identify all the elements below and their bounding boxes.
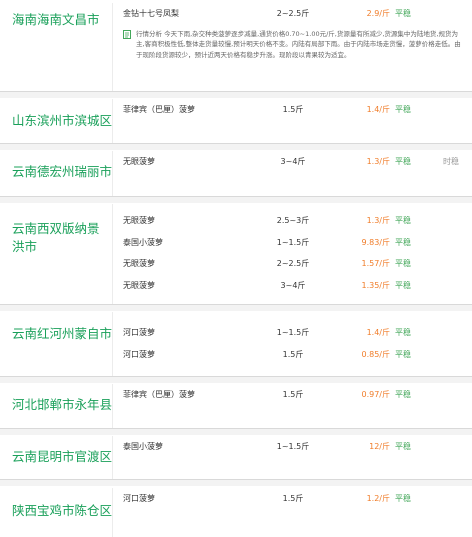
variety-name: 无眼菠萝 — [123, 157, 155, 166]
price-row: 河口菠萝 1~1.5斤 1.4/斤 平稳 — [113, 322, 472, 344]
price-value: 1.2/斤 — [366, 494, 390, 503]
price-value: 1.4/斤 — [366, 105, 390, 114]
trend-value: 平稳 — [395, 157, 411, 166]
variety-name: 河口菠萝 — [123, 349, 155, 359]
price-list: 海南海南文昌市 金钻十七号凤梨 2~2.5斤 2.9/斤 平稳 行情分析 今天下… — [0, 3, 472, 537]
spec-value: 3~4斤 — [280, 280, 306, 290]
region-block: 海南海南文昌市 金钻十七号凤梨 2~2.5斤 2.9/斤 平稳 行情分析 今天下… — [0, 3, 472, 98]
spec-value: 2~2.5斤 — [276, 9, 310, 18]
trend-value: 平稳 — [395, 328, 411, 337]
spec-value: 1.5斤 — [282, 390, 304, 399]
price-value: 1.3/斤 — [366, 216, 390, 225]
region-block: 河北邯郸市永年县 菲律宾（巴厘）菠萝 1.5斤 0.97/斤 平稳 — [0, 384, 472, 435]
variety-name: 无眼菠萝 — [123, 216, 155, 225]
spec-value: 1~1.5斤 — [276, 442, 310, 451]
variety-name: 菲律宾（巴厘）菠萝 — [123, 105, 195, 114]
trend-value: 平稳 — [395, 216, 411, 225]
price-value: 2.9/斤 — [366, 9, 390, 18]
price-row: 无眼菠萝 3~4斤 1.3/斤 平稳 时稳 — [113, 151, 472, 173]
variety-name: 河口菠萝 — [123, 328, 155, 337]
spec-value: 2.5~3斤 — [276, 216, 310, 225]
region-name[interactable]: 云南昆明市官渡区 — [0, 436, 112, 466]
trend-value: 平稳 — [395, 442, 411, 451]
variety-name: 泰国小菠萝 — [123, 442, 163, 451]
price-value: 0.97/斤 — [361, 390, 390, 399]
trend-value: 平稳 — [395, 349, 411, 359]
price-value: 0.85/斤 — [361, 349, 390, 359]
price-row: 河口菠萝 1.5斤 1.2/斤 平稳 — [113, 488, 472, 510]
extra-note: 时稳 — [443, 157, 459, 166]
region-name[interactable]: 云南红河州蒙自市 — [0, 312, 112, 343]
variety-name: 泰国小菠萝 — [123, 237, 163, 247]
region-name[interactable]: 山东滨州市滨城区 — [0, 99, 112, 130]
region-name[interactable]: 河北邯郸市永年县 — [0, 384, 112, 414]
price-row: 金钻十七号凤梨 2~2.5斤 2.9/斤 平稳 — [113, 3, 472, 25]
variety-name: 无眼菠萝 — [123, 259, 155, 268]
price-row: 无眼菠萝 3~4斤 1.35/斤 平稳 — [113, 275, 472, 297]
price-value: 1.35/斤 — [361, 280, 390, 290]
trend-value: 平稳 — [395, 9, 411, 18]
trend-value: 平稳 — [395, 494, 411, 503]
price-row: 菲律宾（巴厘）菠萝 1.5斤 0.97/斤 平稳 — [113, 384, 472, 406]
region-block: 山东滨州市滨城区 菲律宾（巴厘）菠萝 1.5斤 1.4/斤 平稳 — [0, 99, 472, 150]
trend-value: 平稳 — [395, 105, 411, 114]
region-block: 云南红河州蒙自市 河口菠萝 1~1.5斤 1.4/斤 平稳 河口菠萝 1.5斤 … — [0, 312, 472, 383]
trend-value: 平稳 — [395, 259, 411, 268]
spec-value: 3~4斤 — [280, 157, 306, 166]
price-row: 无眼菠萝 2~2.5斤 1.57/斤 平稳 — [113, 253, 472, 275]
spec-value: 2~2.5斤 — [276, 259, 310, 268]
price-value: 1.3/斤 — [366, 157, 390, 166]
trend-value: 平稳 — [395, 390, 411, 399]
document-icon — [123, 29, 131, 39]
price-row: 无眼菠萝 2.5~3斤 1.3/斤 平稳 — [113, 210, 472, 232]
price-value: 1.4/斤 — [366, 328, 390, 337]
trend-value: 平稳 — [395, 280, 411, 290]
variety-name: 金钻十七号凤梨 — [123, 9, 179, 18]
variety-name: 无眼菠萝 — [123, 280, 155, 290]
region-name[interactable]: 陕西宝鸡市陈仓区 — [0, 488, 112, 520]
variety-name: 河口菠萝 — [123, 494, 155, 503]
region-name[interactable]: 云南西双版纳景洪市 — [0, 204, 108, 256]
market-analysis: 行情分析 今天下雨,杂交种类菠萝逐步减量,通货价格0.70~1.00元/斤,货源… — [123, 29, 464, 61]
trend-value: 平稳 — [395, 237, 411, 247]
spec-value: 1.5斤 — [282, 349, 304, 359]
variety-name: 菲律宾（巴厘）菠萝 — [123, 390, 195, 399]
price-value: 9.83/斤 — [361, 237, 390, 247]
price-row: 河口菠萝 1.5斤 0.85/斤 平稳 — [113, 344, 472, 366]
region-block: 云南德宏州瑞丽市 无眼菠萝 3~4斤 1.3/斤 平稳 时稳 — [0, 151, 472, 203]
price-row: 泰国小菠萝 1~1.5斤 12/斤 平稳 — [113, 436, 472, 458]
region-block: 云南昆明市官渡区 泰国小菠萝 1~1.5斤 12/斤 平稳 — [0, 436, 472, 486]
price-row: 泰国小菠萝 1~1.5斤 9.83/斤 平稳 — [113, 232, 472, 254]
spec-value: 1.5斤 — [282, 494, 304, 503]
spec-value: 1~1.5斤 — [276, 237, 310, 247]
region-name[interactable]: 海南海南文昌市 — [0, 3, 112, 29]
price-value: 12/斤 — [369, 442, 390, 451]
region-name[interactable]: 云南德宏州瑞丽市 — [0, 151, 112, 181]
spec-value: 1.5斤 — [282, 105, 304, 114]
spec-value: 1~1.5斤 — [276, 328, 310, 337]
price-value: 1.57/斤 — [361, 259, 390, 268]
analysis-text: 行情分析 今天下雨,杂交种类菠萝逐步减量,通货价格0.70~1.00元/斤,货源… — [136, 29, 461, 59]
region-block: 云南西双版纳景洪市 无眼菠萝 2.5~3斤 1.3/斤 平稳 泰国小菠萝 1~1… — [0, 204, 472, 311]
price-row: 菲律宾（巴厘）菠萝 1.5斤 1.4/斤 平稳 — [113, 99, 472, 121]
